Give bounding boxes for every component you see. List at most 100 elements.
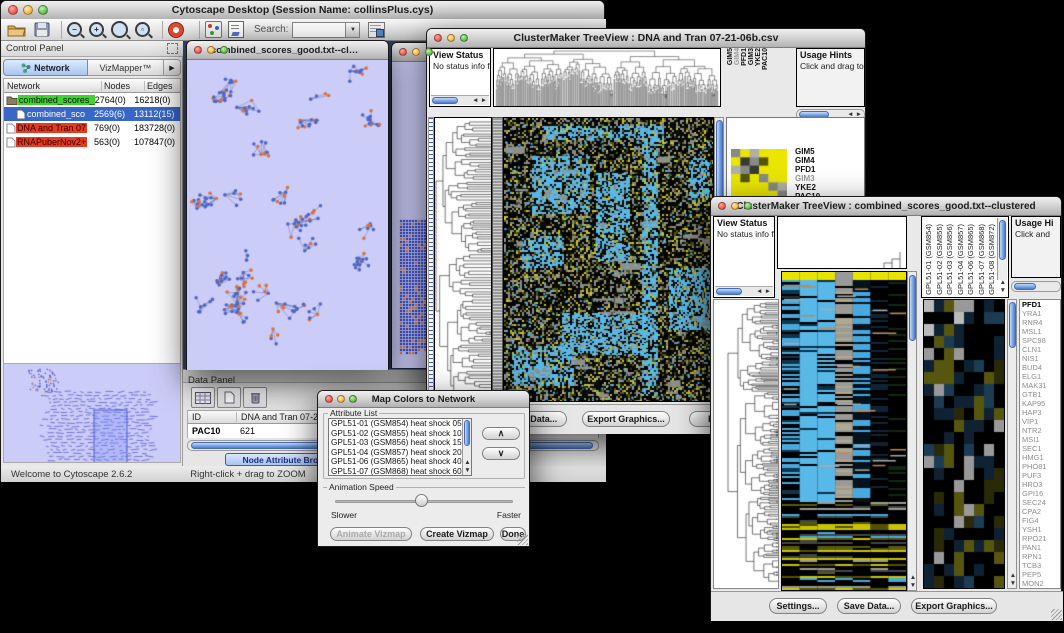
close-icon[interactable] [399,48,407,56]
tv1-col-dendrogram-canvas[interactable] [494,49,720,106]
gene-label[interactable]: PHO81 [1022,462,1060,471]
column-label[interactable]: GIM4 [734,48,741,65]
gene-label[interactable]: GPI16 [1022,489,1060,498]
gene-label[interactable]: BUD4 [1022,363,1060,372]
scroll-up-icon[interactable]: ▲ [1000,279,1006,287]
column-label[interactable]: PAC10 [762,48,769,70]
row-label[interactable]: YKE2 [795,183,820,192]
settings-button[interactable]: Settings... [769,598,827,614]
gene-label[interactable]: YSH1 [1022,525,1060,534]
gene-label[interactable]: SPC98 [1022,336,1060,345]
tv2-heatmap[interactable] [781,271,907,591]
gene-label[interactable]: GTB1 [1022,390,1060,399]
export-graphics-button[interactable]: Export Graphics... [911,598,997,614]
create-vizmap-button[interactable]: Create Vizmap [420,527,494,541]
zoom-window-icon[interactable] [220,46,228,54]
scroll-down-icon[interactable]: ▼ [1000,287,1006,295]
column-label[interactable]: GPL51-08 (GSM872) [987,224,998,295]
open-folder-icon[interactable] [7,22,26,37]
gene-label[interactable]: RPO21 [1022,534,1060,543]
tv2-heatmap-canvas[interactable] [782,272,906,590]
tv2-zoom-heatmap-canvas[interactable] [924,300,1004,588]
network-row-selected[interactable]: combined_sco 2569(6) 13112(15) [4,107,180,121]
close-icon[interactable] [8,5,18,15]
gene-label[interactable]: CPA2 [1022,507,1060,516]
tv1-column-labels[interactable]: GIM5 GIM4 PFD1 GIM3 YKE2 PAC10 [725,48,769,107]
help-ring-icon[interactable] [168,22,184,38]
gene-label[interactable]: TCB3 [1022,561,1060,570]
gene-label[interactable]: YRA1 [1022,309,1060,318]
tv2-column-labels[interactable]: GPL51-01 (GSM854)GPL51-02 (GSM855)GPL51-… [924,217,998,295]
gene-label[interactable]: VIP1 [1022,417,1060,426]
gene-label[interactable]: HRD3 [1022,480,1060,489]
gene-label[interactable]: PEP5 [1022,570,1060,579]
table-icon[interactable] [191,387,215,408]
attribute-list-scrollbar[interactable]: ▲ ▼ [462,419,471,475]
gene-label[interactable]: PUF3 [1022,471,1060,480]
gene-label[interactable]: CLN1 [1022,345,1060,354]
tv2-view-status-scrollbar[interactable]: ◄ ► [715,286,773,296]
move-up-button[interactable]: ∧ [482,427,520,440]
attribute-item[interactable]: GPL51-02 (GSM855) heat shock 10 min [331,429,471,439]
attribute-item[interactable]: GPL51-03 (GSM856) heat shock 15 min [331,438,471,448]
attribute-list[interactable]: GPL51-01 (GSM854) heat shock 05 minGPL51… [328,418,472,476]
gene-label[interactable]: RNR4 [1022,318,1060,327]
treeview1-titlebar[interactable]: ClusterMaker TreeView : DNA and Tran 07-… [427,29,865,48]
index-icon[interactable] [368,22,385,38]
tv1-column-dendrogram[interactable] [493,48,721,107]
tv2-col-tree-canvas[interactable] [778,217,906,268]
gene-label[interactable]: SEC24 [1022,498,1060,507]
attribute-item[interactable]: GPL51-04 (GSM857) heat shock 20 min [331,448,471,458]
close-icon[interactable] [325,395,333,403]
gene-label[interactable]: FIG4 [1022,516,1060,525]
gene-label[interactable]: MON2 [1022,579,1060,588]
scroll-up-icon[interactable]: ▲ [910,574,916,582]
column-label[interactable]: PFD1 [741,48,748,66]
vizmapper-icon[interactable] [205,21,222,38]
tv1-row-dendrogram[interactable] [434,117,492,402]
tv2-gene-list-scrollbar[interactable]: ▲ ▼ [1007,299,1017,589]
attribute-item[interactable]: GPL51-01 (GSM854) heat shock 05 min [331,419,471,429]
gene-label[interactable]: SEC1 [1022,444,1060,453]
gene-label[interactable]: RPN1 [1022,552,1060,561]
tv2-row-dendrogram-canvas[interactable] [714,300,778,588]
resize-grip[interactable] [1051,609,1062,620]
minimize-icon[interactable] [207,46,215,54]
network-titlebar[interactable]: combined_scores_good.txt--cluste... [187,41,388,60]
gene-label[interactable]: KAP95 [1022,399,1060,408]
gene-label[interactable]: HAP3 [1022,408,1060,417]
column-label[interactable]: GPL51-02 (GSM855) [935,224,946,295]
close-icon[interactable] [718,202,726,210]
column-label[interactable]: YKE2 [755,48,762,66]
minimize-icon[interactable] [447,34,455,42]
new-document-icon[interactable] [217,387,241,408]
scroll-up-icon[interactable]: ▲ [1010,572,1016,580]
column-label[interactable]: GPL51-06 (GSM865) [966,224,977,295]
column-label[interactable]: GPL51-07 (GSM868) [977,224,988,295]
scroll-down-icon[interactable]: ▼ [1010,580,1016,588]
gene-label[interactable]: HMG1 [1022,453,1060,462]
network-table-header[interactable]: Network Nodes Edges [4,79,180,93]
tv1-zoom-heatmap-canvas[interactable] [731,149,787,199]
zoom-window-icon[interactable] [460,34,468,42]
save-data-button[interactable]: Save Data... [837,598,901,614]
gene-label[interactable]: MSL1 [1022,327,1060,336]
trash-icon[interactable] [243,387,267,408]
row-label[interactable]: GIM5 [795,147,820,156]
zoom-window-icon[interactable] [38,5,48,15]
main-titlebar[interactable]: Cytoscape Desktop (Session Name: collins… [1,1,604,20]
tv2-zoom-heatmap[interactable] [923,299,1005,589]
tab-vizmapper[interactable]: VizMapper™ [88,59,164,76]
save-icon[interactable] [34,22,50,37]
overview-canvas[interactable] [4,364,180,462]
attribute-item[interactable]: GPL51-07 (GSM868) heat shock 60 min [331,467,471,476]
column-label[interactable]: GPL51-03 (GSM856) [945,224,956,295]
network-row-combined-scores[interactable]: combined_scores_ 2764(0) 16218(0) [4,93,180,107]
gene-label[interactable]: NIS1 [1022,354,1060,363]
gene-label[interactable]: MSI1 [1022,435,1060,444]
row-label[interactable]: GIM3 [795,174,820,183]
network-overview-panel[interactable] [3,363,181,463]
close-icon[interactable] [434,34,442,42]
row-label[interactable]: PFD1 [795,165,820,174]
tv1-heatmap[interactable] [503,117,714,402]
